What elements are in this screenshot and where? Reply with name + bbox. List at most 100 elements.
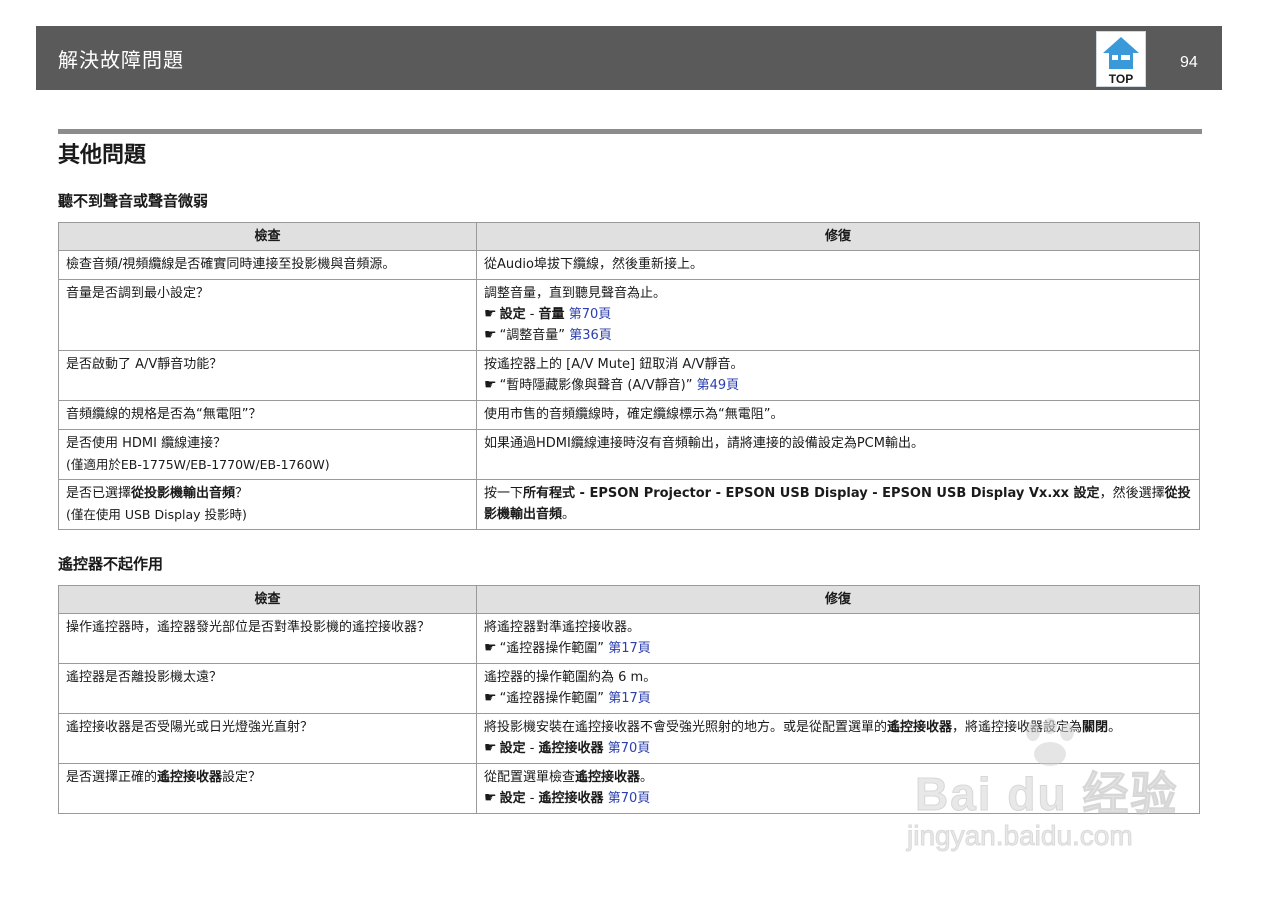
page-number: 94 <box>1180 54 1198 71</box>
table-row: 是否已選擇從投影機輸出音頻？ (僅在使用 USB Display 投影時) 按一… <box>58 479 1200 530</box>
column-header-check: 檢查 <box>58 585 477 614</box>
check-cell: 音量是否調到最小設定？ <box>58 279 477 351</box>
watermark-url: jingyan.baidu.com <box>907 820 1134 852</box>
column-header-check: 檢查 <box>58 222 477 251</box>
option-name: 從投影機輸出音頻 <box>131 486 236 501</box>
table-row: 遙控器是否離投影機太遠？ 遙控器的操作範圍約為 6 m。 ☛ “遙控器操作範圍” … <box>58 663 1200 714</box>
pointing-hand-icon: ☛ <box>484 327 497 343</box>
fix-text-part: ，然後選擇 <box>1099 486 1165 501</box>
fix-cell: 調整音量，直到聽見聲音為止。 ☛ 設定 - 音量 第70頁 ☛ “調整音量” 第36… <box>476 279 1200 351</box>
column-header-fix: 修復 <box>476 222 1200 251</box>
check-text-part: 設定？ <box>222 770 262 785</box>
fix-cell: 按一下所有程式 - EPSON Projector - EPSON USB Di… <box>476 479 1200 530</box>
check-cell: 操作遙控器時，遙控器發光部位是否對準投影機的遙控接收器？ <box>58 613 477 664</box>
page-header-bar <box>36 26 1222 90</box>
fix-text: 按遙控器上的 [A/V Mute] 鈕取消 A/V靜音。 <box>484 357 744 372</box>
section-divider <box>58 129 1202 134</box>
path-separator: - <box>525 741 539 756</box>
check-cell: 檢查音頻/視頻纜線是否確實同時連接至投影機與音頻源。 <box>58 250 477 280</box>
fix-cell: 使用市售的音頻纜線時，確定纜線標示為“無電阻”。 <box>476 400 1200 430</box>
check-cell: 是否啟動了 A/V靜音功能？ <box>58 350 477 401</box>
remote-subtitle: 遙控器不起作用 <box>58 555 164 573</box>
table-header-row: 檢查 修復 <box>58 222 1200 251</box>
page-link[interactable]: 第17頁 <box>608 641 651 656</box>
fix-cell: 遙控器的操作範圍約為 6 m。 ☛ “遙控器操作範圍” 第17頁 <box>476 663 1200 714</box>
chapter-title: 解決故障問題 <box>58 48 184 72</box>
fix-text-part: 按一下 <box>484 486 524 501</box>
fix-text-part: 。 <box>640 770 654 785</box>
table-row: 是否使用 HDMI 纜線連接？ (僅適用於EB-1775W/EB-1770W/E… <box>58 429 1200 480</box>
page-link[interactable]: 第17頁 <box>608 691 651 706</box>
watermark-logo-text: Bai du 经验 <box>914 768 1179 821</box>
menu-path: 遙控接收器 <box>538 791 604 806</box>
path-separator: - <box>525 307 539 322</box>
fix-text: 遙控器的操作範圍約為 6 m。 <box>484 670 657 685</box>
reference-title: “遙控器操作範圍” <box>499 641 605 656</box>
usage-note: (僅在使用 USB Display 投影時) <box>66 507 247 522</box>
fix-cell: 按遙控器上的 [A/V Mute] 鈕取消 A/V靜音。 ☛ “暫時隱藏影像與聲音… <box>476 350 1200 401</box>
fix-text: 將遙控器對準遙控接收器。 <box>484 620 641 635</box>
table-row: 音量是否調到最小設定？ 調整音量，直到聽見聲音為止。 ☛ 設定 - 音量 第70頁… <box>58 279 1200 351</box>
menu-path: 設定 <box>499 791 526 806</box>
check-text-part: 是否已選擇 <box>66 486 132 501</box>
pointing-hand-icon: ☛ <box>484 306 497 322</box>
page-link[interactable]: 第36頁 <box>569 328 612 343</box>
reference-line: ☛ 設定 - 音量 第70頁 <box>484 304 1192 325</box>
check-cell: 音頻纜線的規格是否為“無電阻”？ <box>58 400 477 430</box>
pointing-hand-icon: ☛ <box>484 640 497 656</box>
check-cell: 遙控器是否離投影機太遠？ <box>58 663 477 714</box>
table-row: 音頻纜線的規格是否為“無電阻”？ 使用市售的音頻纜線時，確定纜線標示為“無電阻”… <box>58 400 1200 430</box>
fix-text-part: 。 <box>562 507 576 522</box>
fix-cell: 如果通過HDMI纜線連接時沒有音頻輸出，請將連接的設備設定為PCM輸出。 <box>476 429 1200 480</box>
menu-path: 設定 <box>499 307 526 322</box>
program-path: 所有程式 - EPSON Projector - EPSON USB Displ… <box>523 486 1100 501</box>
menu-path: 設定 <box>499 741 526 756</box>
fix-text: 調整音量，直到聽見聲音為止。 <box>484 286 667 301</box>
check-text: 是否已選擇從投影機輸出音頻？ <box>66 483 469 504</box>
reference-line: ☛ “遙控器操作範圍” 第17頁 <box>484 688 1192 709</box>
check-cell: 是否使用 HDMI 纜線連接？ (僅適用於EB-1775W/EB-1770W/E… <box>58 429 477 480</box>
path-separator: - <box>525 791 539 806</box>
table-header-row: 檢查 修復 <box>58 585 1200 614</box>
pointing-hand-icon: ☛ <box>484 377 497 393</box>
menu-path: 遙控接收器 <box>538 741 604 756</box>
check-text-part: 是否選擇正確的 <box>66 770 158 785</box>
page-link[interactable]: 第70頁 <box>608 791 651 806</box>
top-button-label: TOP <box>1108 72 1134 86</box>
option-name: 遙控接收器 <box>157 770 223 785</box>
pointing-hand-icon: ☛ <box>484 790 497 806</box>
check-cell: 是否選擇正確的遙控接收器設定？ <box>58 763 477 814</box>
reference-title: “調整音量” <box>499 328 566 343</box>
baidu-watermark: Bai du 经验 jingyan.baidu.com <box>905 718 1205 858</box>
page-link[interactable]: 第70頁 <box>608 741 651 756</box>
option-name: 遙控接收器 <box>575 770 641 785</box>
pointing-hand-icon: ☛ <box>484 690 497 706</box>
check-cell: 遙控接收器是否受陽光或日光燈強光直射？ <box>58 713 477 764</box>
check-cell: 是否已選擇從投影機輸出音頻？ (僅在使用 USB Display 投影時) <box>58 479 477 530</box>
model-note: (僅適用於EB-1775W/EB-1770W/EB-1760W) <box>66 457 330 472</box>
fix-cell: 將遙控器對準遙控接收器。 ☛ “遙控器操作範圍” 第17頁 <box>476 613 1200 664</box>
check-text-part: ？ <box>235 486 249 501</box>
reference-line: ☛ “遙控器操作範圍” 第17頁 <box>484 638 1192 659</box>
fix-text-part: 將投影機安裝在遙控接收器不會受強光照射的地方。或是從配置選單的 <box>484 720 888 735</box>
top-button[interactable]: TOP <box>1096 31 1146 87</box>
table-row: 檢查音頻/視頻纜線是否確實同時連接至投影機與音頻源。 從Audio埠拔下纜線，然… <box>58 250 1200 280</box>
sound-troubleshoot-table: 檢查 修復 檢查音頻/視頻纜線是否確實同時連接至投影機與音頻源。 從Audio埠… <box>58 222 1200 530</box>
projector-top-icon <box>1103 37 1139 69</box>
fix-cell: 從Audio埠拔下纜線，然後重新接上。 <box>476 250 1200 280</box>
reference-title: “遙控器操作範圍” <box>499 691 605 706</box>
sound-subtitle: 聽不到聲音或聲音微弱 <box>58 192 209 210</box>
check-text: 是否使用 HDMI 纜線連接？ <box>66 436 227 451</box>
table-row: 是否啟動了 A/V靜音功能？ 按遙控器上的 [A/V Mute] 鈕取消 A/V… <box>58 350 1200 401</box>
column-header-fix: 修復 <box>476 585 1200 614</box>
fix-text-part: 從配置選單檢查 <box>484 770 576 785</box>
reference-line: ☛ “調整音量” 第36頁 <box>484 325 1192 346</box>
pointing-hand-icon: ☛ <box>484 740 497 756</box>
menu-path: 音量 <box>538 307 565 322</box>
reference-line: ☛ “暫時隱藏影像與聲音 (A/V靜音)” 第49頁 <box>484 375 1192 396</box>
page-link[interactable]: 第49頁 <box>697 378 740 393</box>
page-link[interactable]: 第70頁 <box>569 307 612 322</box>
section-title: 其他問題 <box>58 143 147 168</box>
table-row: 操作遙控器時，遙控器發光部位是否對準投影機的遙控接收器？ 將遙控器對準遙控接收器… <box>58 613 1200 664</box>
reference-title: “暫時隱藏影像與聲音 (A/V靜音)” <box>499 378 693 393</box>
